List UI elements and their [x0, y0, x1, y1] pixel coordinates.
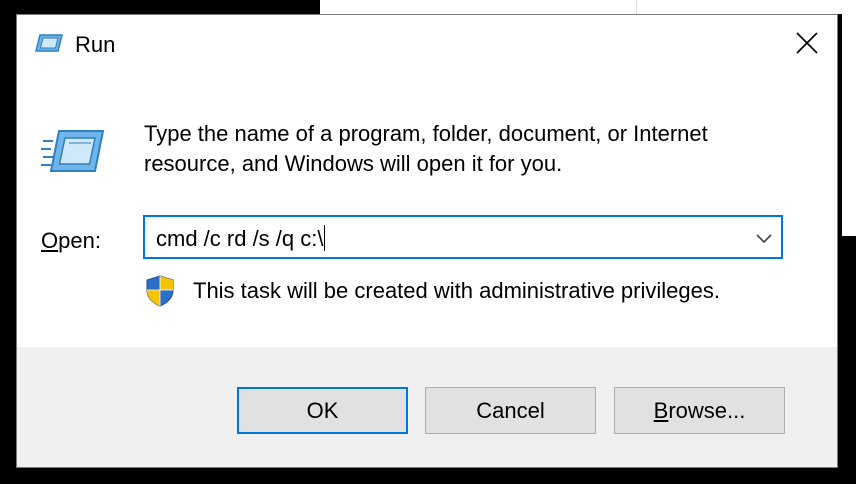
background-window-right	[842, 14, 856, 236]
open-label-mnemonic: O	[41, 228, 59, 253]
instructions-line-1: Type the name of a program, folder, docu…	[144, 121, 708, 146]
run-dialog: Run Type the name of a program, folder, …	[16, 14, 838, 468]
open-input[interactable]: cmd /c rd /s /q c:\	[156, 225, 326, 252]
ok-button[interactable]: OK	[237, 387, 408, 434]
admin-privileges-note: This task will be created with administr…	[193, 278, 720, 303]
close-icon	[796, 31, 818, 59]
open-label: Open:	[41, 228, 101, 254]
title-bar[interactable]: Run	[17, 15, 837, 75]
browse-button[interactable]: Browse...	[614, 387, 785, 434]
open-combobox[interactable]: cmd /c rd /s /q c:\	[143, 215, 783, 259]
instructions-line-2: resource, and Windows will open it for y…	[144, 151, 563, 176]
instructions-text: Type the name of a program, folder, docu…	[144, 119, 804, 179]
dialog-content: Type the name of a program, folder, docu…	[17, 75, 837, 347]
cancel-button[interactable]: Cancel	[425, 387, 596, 434]
open-input-value: cmd /c rd /s /q c:\	[156, 226, 324, 251]
background-window-top-right	[637, 0, 856, 14]
open-label-rest: pen:	[58, 228, 101, 253]
chevron-down-icon[interactable]	[753, 227, 775, 249]
run-icon	[34, 32, 64, 54]
browse-mnemonic: B	[653, 397, 669, 423]
browse-label-rest: rowse...	[668, 397, 746, 423]
background-window-top	[320, 0, 637, 14]
button-bar: OK Cancel Browse...	[17, 347, 837, 467]
window-title: Run	[75, 32, 116, 57]
close-button[interactable]	[777, 15, 837, 75]
text-caret	[324, 225, 326, 251]
uac-shield-icon	[145, 275, 175, 307]
run-large-icon	[41, 127, 105, 175]
